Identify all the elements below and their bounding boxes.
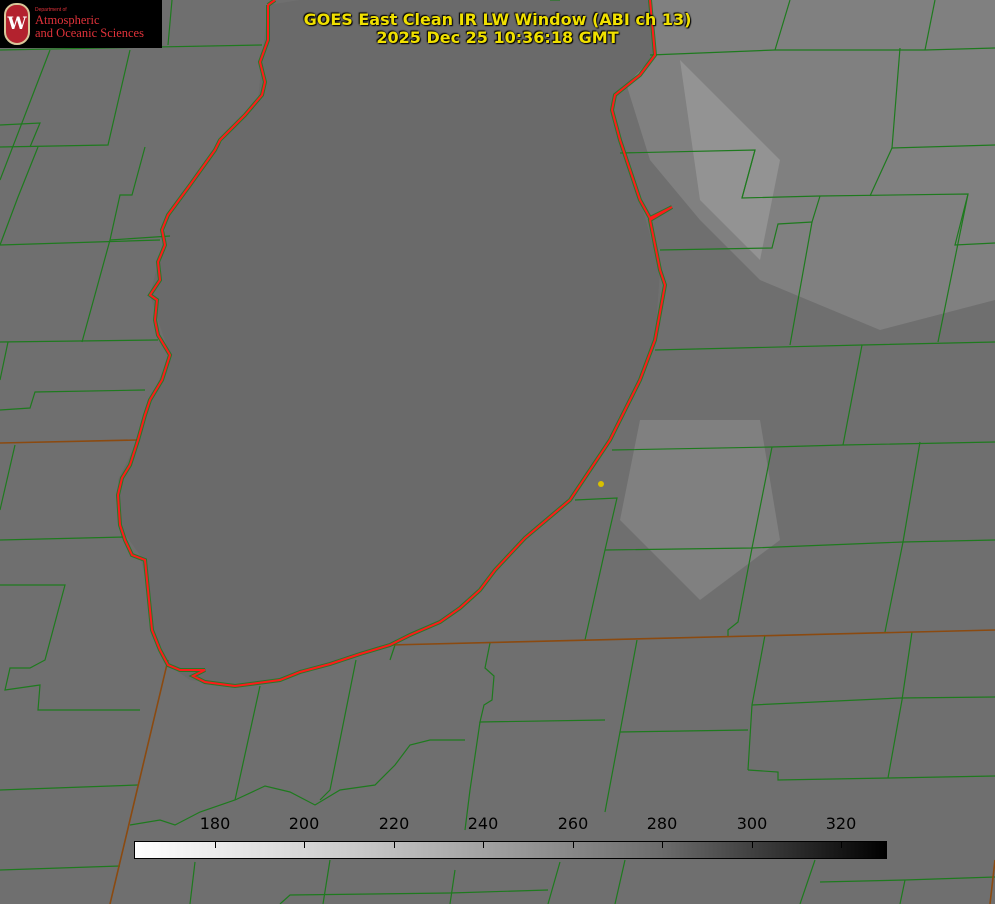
logo-line-2: and Oceanic Sciences <box>35 26 144 40</box>
map-layers <box>0 0 995 904</box>
colorbar-tick-labels: 180 200 220 240 260 280 300 320 <box>0 814 995 834</box>
satellite-map: GOES East Clean IR LW Window (ABI ch 13)… <box>0 0 995 904</box>
tick-label: 220 <box>378 814 410 833</box>
location-marker <box>598 481 604 487</box>
title-line-1: GOES East Clean IR LW Window (ABI ch 13) <box>303 10 692 29</box>
colorbar-tick <box>483 842 484 848</box>
university-seal-icon: W <box>4 3 30 45</box>
tick-label: 200 <box>288 814 320 833</box>
colorbar-tick <box>662 842 663 848</box>
colorbar-tick <box>841 842 842 848</box>
map-title: GOES East Clean IR LW Window (ABI ch 13)… <box>250 11 745 47</box>
colorbar-tick <box>304 842 305 848</box>
institution-logo: W Department of Atmospheric and Oceanic … <box>0 0 162 48</box>
tick-label: 180 <box>199 814 231 833</box>
tick-label: 260 <box>557 814 589 833</box>
tick-label: 320 <box>825 814 857 833</box>
colorbar-tick <box>573 842 574 848</box>
colorbar-tick <box>394 842 395 848</box>
title-line-2: 2025 Dec 25 10:36:18 GMT <box>376 28 619 47</box>
tick-label: 280 <box>646 814 678 833</box>
colorbar-tick <box>215 842 216 848</box>
colorbar-tick <box>752 842 753 848</box>
temperature-colorbar <box>134 841 887 859</box>
tick-label: 240 <box>467 814 499 833</box>
tick-label: 300 <box>736 814 768 833</box>
